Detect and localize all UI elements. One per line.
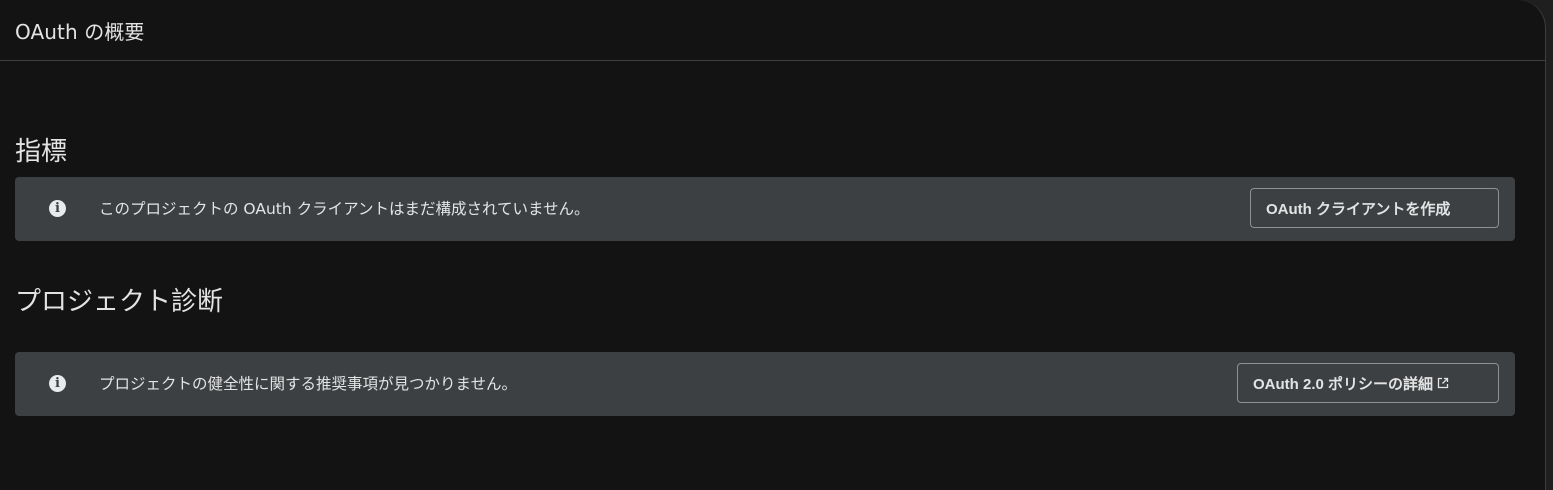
oauth-policy-details-button[interactable]: OAuth 2.0 ポリシーの詳細 xyxy=(1237,363,1499,403)
metrics-info-banner: i このプロジェクトの OAuth クライアントはまだ構成されていません。 OA… xyxy=(15,177,1515,241)
create-oauth-client-button[interactable]: OAuth クライアントを作成 xyxy=(1250,188,1499,228)
oauth-policy-details-button-label: OAuth 2.0 ポリシーの詳細 xyxy=(1253,375,1434,393)
metrics-section-title: 指標 xyxy=(15,137,68,167)
page-title: OAuth の概要 xyxy=(15,19,145,44)
diagnostics-section-title: プロジェクト診断 xyxy=(15,287,224,317)
info-icon: i xyxy=(49,375,66,392)
panel-header: OAuth の概要 xyxy=(0,0,1545,61)
create-oauth-client-button-label: OAuth クライアントを作成 xyxy=(1266,200,1451,218)
info-icon: i xyxy=(49,200,66,217)
diagnostics-banner-message: プロジェクトの健全性に関する推奨事項が見つかりません。 xyxy=(99,375,518,393)
external-link-icon xyxy=(1437,377,1449,389)
oauth-overview-panel: OAuth の概要 指標 i このプロジェクトの OAuth クライアントはまだ… xyxy=(0,0,1546,490)
diagnostics-info-banner: i プロジェクトの健全性に関する推奨事項が見つかりません。 OAuth 2.0 … xyxy=(15,352,1515,416)
metrics-banner-message: このプロジェクトの OAuth クライアントはまだ構成されていません。 xyxy=(99,200,590,218)
